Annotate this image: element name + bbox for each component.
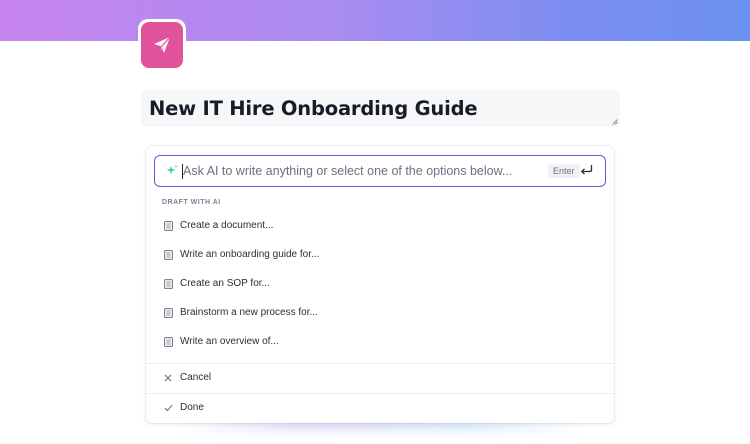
menu-item-create-sop[interactable]: Create an SOP for... xyxy=(146,270,614,298)
menu-item-onboarding-guide[interactable]: Write an onboarding guide for... xyxy=(146,241,614,269)
menu-item-label: Create a document... xyxy=(180,220,274,231)
cancel-button[interactable]: Cancel xyxy=(146,364,614,392)
draft-section-label: DRAFT WITH AI xyxy=(162,199,221,206)
menu-item-label: Write an onboarding guide for... xyxy=(180,249,320,260)
close-icon xyxy=(164,374,172,382)
menu-item-label: Brainstorm a new process for... xyxy=(180,307,318,318)
header-banner xyxy=(0,0,750,41)
menu-item-brainstorm-process[interactable]: Brainstorm a new process for... xyxy=(146,299,614,327)
document-icon xyxy=(164,221,173,231)
checkmark-icon xyxy=(164,404,173,412)
enter-key-hint: Enter xyxy=(548,164,580,178)
document-title-field[interactable]: New IT Hire Onboarding Guide xyxy=(141,90,620,127)
resize-grip-icon[interactable] xyxy=(612,119,618,125)
document-icon xyxy=(164,250,173,260)
sparkle-icon xyxy=(166,164,178,175)
menu-item-create-document[interactable]: Create a document... xyxy=(146,212,614,240)
done-label: Done xyxy=(180,402,204,413)
paper-plane-icon[interactable] xyxy=(141,22,183,68)
ai-prompt-input[interactable] xyxy=(183,156,543,185)
document-icon-container[interactable] xyxy=(138,19,186,71)
document-icon xyxy=(164,337,173,347)
ai-prompt-box[interactable]: Enter xyxy=(154,155,606,187)
done-button[interactable]: Done xyxy=(146,394,614,422)
menu-item-write-overview[interactable]: Write an overview of... xyxy=(146,328,614,356)
document-icon xyxy=(164,308,173,318)
ai-assistant-panel: Enter DRAFT WITH AI Create a document...… xyxy=(146,146,614,423)
return-icon[interactable] xyxy=(580,164,593,176)
cancel-label: Cancel xyxy=(180,372,212,383)
document-icon xyxy=(164,279,173,289)
document-title[interactable]: New IT Hire Onboarding Guide xyxy=(149,97,478,120)
menu-item-label: Write an overview of... xyxy=(180,336,279,347)
menu-item-label: Create an SOP for... xyxy=(180,278,270,289)
